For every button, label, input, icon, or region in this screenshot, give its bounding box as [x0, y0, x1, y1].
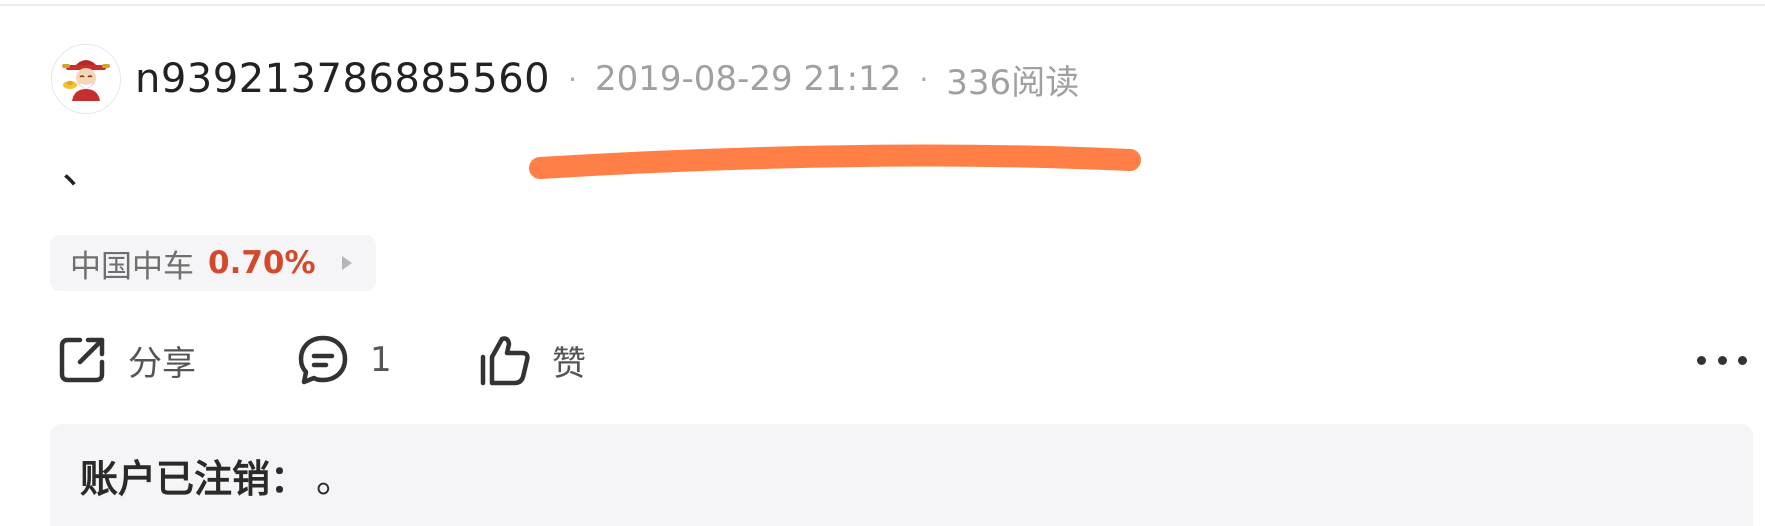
like-label: 赞	[552, 343, 586, 384]
stock-name: 中国中车	[70, 248, 194, 285]
more-icon	[1738, 355, 1747, 365]
meta-separator: ·	[568, 62, 577, 96]
avatar[interactable]	[51, 44, 121, 114]
comment-count: 1	[370, 340, 392, 380]
top-divider	[0, 4, 1765, 6]
more-button[interactable]	[1697, 348, 1747, 372]
comment-preview[interactable]: 账户已注销： 。	[50, 424, 1753, 526]
post-header: n939213786885560 · 2019-08-29 21:12 · 33…	[51, 43, 1079, 115]
stock-change: 0.70%	[208, 245, 316, 281]
more-icon	[1697, 355, 1706, 365]
comment-text: 。	[316, 456, 355, 501]
post-body: 、	[62, 147, 102, 193]
share-label: 分享	[128, 343, 196, 384]
comment-icon	[298, 335, 348, 385]
action-bar: 分享 1 赞	[0, 332, 1765, 388]
avatar-image	[52, 45, 120, 113]
chevron-right-icon	[341, 256, 352, 270]
post-timestamp: 2019-08-29 21:12	[595, 59, 902, 99]
like-button[interactable]: 赞	[478, 332, 586, 388]
share-button[interactable]: 分享	[56, 332, 196, 388]
share-icon	[59, 337, 105, 383]
read-count: 336阅读	[946, 62, 1080, 103]
meta-separator: ·	[919, 62, 929, 96]
comment-button[interactable]: 1	[296, 332, 392, 388]
username[interactable]: n939213786885560	[135, 56, 550, 102]
thumbs-up-icon	[480, 336, 530, 386]
stock-tag[interactable]: 中国中车 0.70%	[50, 235, 376, 291]
comment-author: 账户已注销：	[80, 456, 309, 501]
more-icon	[1717, 355, 1727, 365]
